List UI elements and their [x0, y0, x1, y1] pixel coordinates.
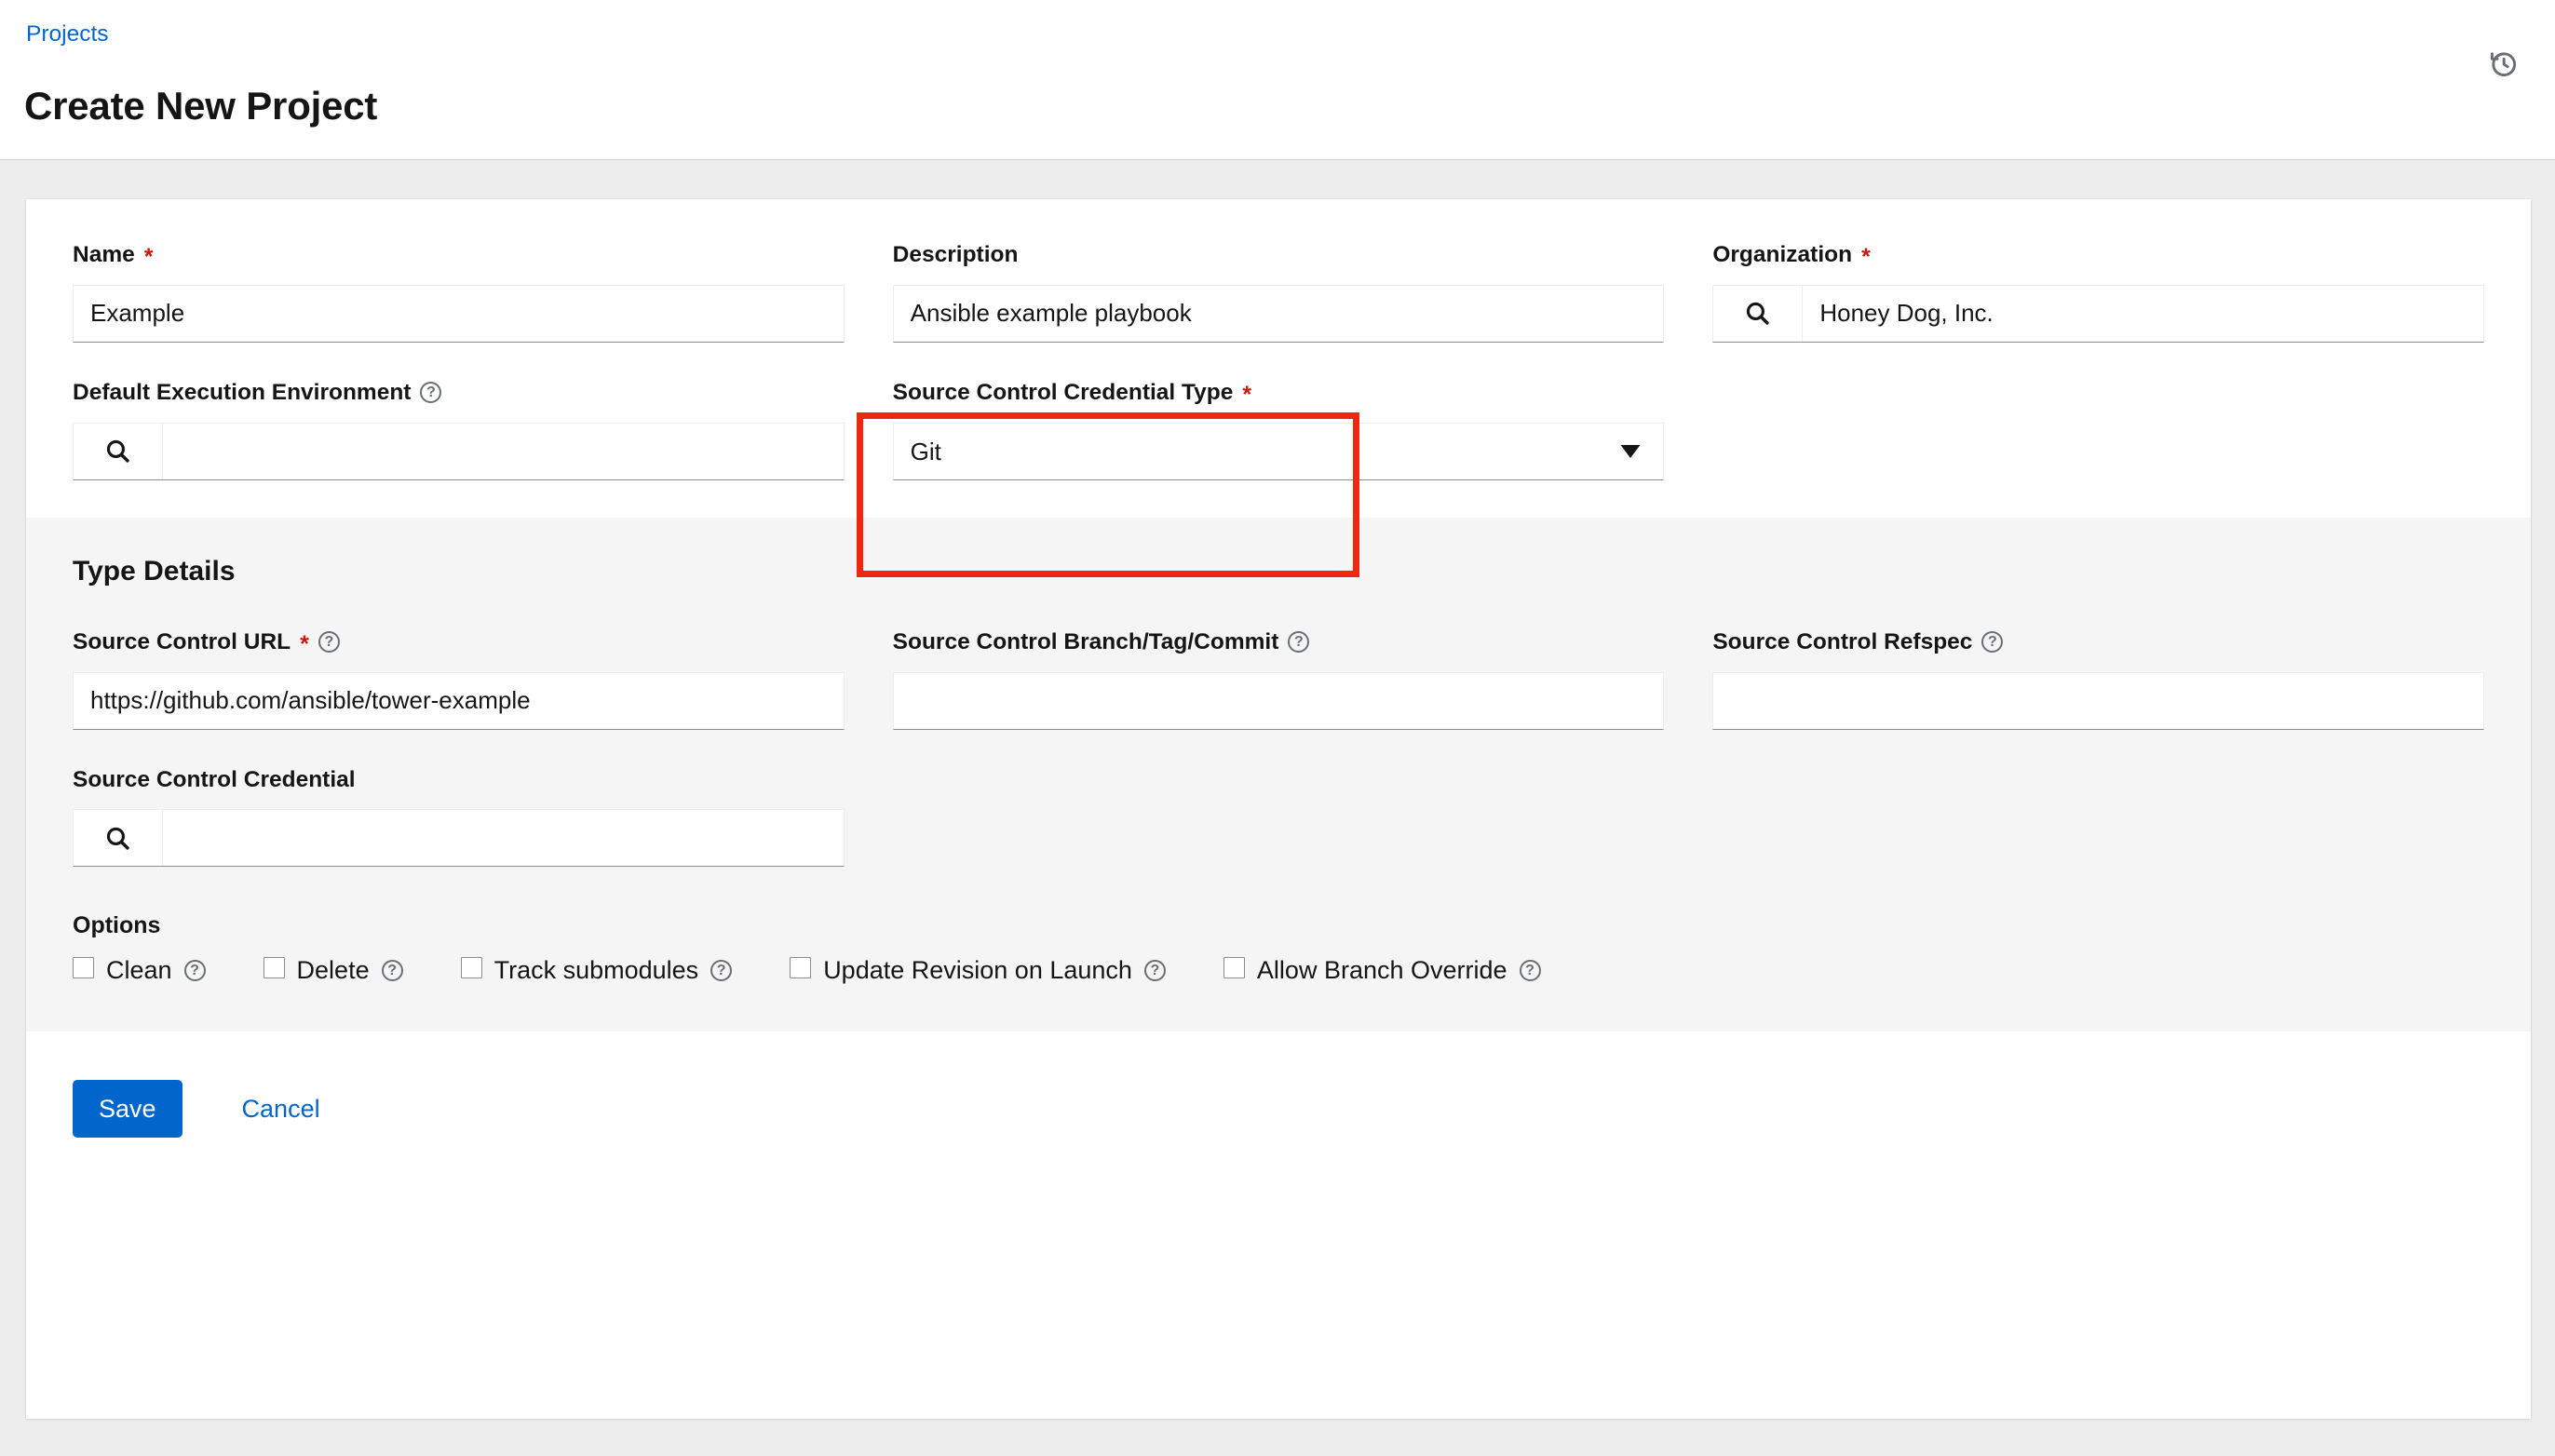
- field-source-control-credential: Source Control Credential: [73, 765, 845, 868]
- label-source-control-refspec: Source Control Refspec ?: [1712, 627, 2484, 657]
- page-header: Projects Create New Project: [0, 0, 2555, 160]
- help-icon[interactable]: ?: [1981, 631, 2004, 654]
- source-control-branch-input[interactable]: [893, 672, 1664, 729]
- organization-search-button[interactable]: [1713, 285, 1804, 342]
- label-name: Name *: [73, 240, 845, 270]
- name-input-wrapper[interactable]: [73, 284, 845, 343]
- checkbox-allow-branch-override[interactable]: Allow Branch Override ?: [1223, 956, 1541, 985]
- source-control-credential-input[interactable]: [163, 810, 844, 867]
- help-icon[interactable]: ?: [1288, 631, 1310, 654]
- help-icon[interactable]: ?: [420, 382, 442, 404]
- label-description: Description: [893, 240, 1665, 270]
- checkbox-track-submodules-label: Track submodules: [493, 956, 699, 985]
- source-control-refspec-input[interactable]: [1713, 672, 2483, 729]
- help-icon[interactable]: ?: [710, 960, 733, 982]
- field-source-control-credential-type: Source Control Credential Type * Git: [892, 378, 1665, 480]
- source-control-credential-type-select[interactable]: Git: [892, 422, 1665, 480]
- chevron-down-icon[interactable]: [1598, 424, 1663, 479]
- label-source-control-url: Source Control URL * ?: [73, 627, 845, 657]
- required-marker: *: [1242, 382, 1252, 409]
- checkbox-update-revision-on-launch[interactable]: Update Revision on Launch ?: [790, 956, 1166, 985]
- label-organization: Organization *: [1712, 240, 2484, 270]
- checkbox-update-revision-on-launch-label: Update Revision on Launch: [823, 956, 1132, 985]
- source-control-credential-type-value: Git: [910, 437, 941, 465]
- field-description: Description: [892, 240, 1665, 343]
- required-marker: *: [300, 631, 309, 658]
- source-control-branch-input-wrapper[interactable]: [892, 671, 1665, 730]
- source-control-refspec-input-wrapper[interactable]: [1712, 671, 2484, 730]
- create-project-card: Name * Description: [26, 199, 2531, 1419]
- source-control-credential-search-button[interactable]: [74, 810, 163, 867]
- field-source-control-refspec: Source Control Refspec ?: [1712, 627, 2484, 730]
- field-organization: Organization *: [1712, 240, 2484, 343]
- type-details-section: Type Details Source Control URL * ? http…: [26, 517, 2531, 1032]
- history-icon-button[interactable]: [2482, 43, 2523, 84]
- save-button[interactable]: Save: [73, 1080, 182, 1139]
- execution-environment-search-button[interactable]: [74, 423, 163, 479]
- checkbox-clean-box[interactable]: [73, 957, 94, 979]
- description-input-wrapper[interactable]: [892, 284, 1665, 343]
- options-row: Clean ? Delete ? Track submodules ? Upda…: [73, 956, 2484, 985]
- checkbox-track-submodules-box[interactable]: [460, 957, 482, 979]
- label-name-text: Name: [73, 242, 135, 267]
- label-source-control-url-text: Source Control URL: [73, 628, 291, 654]
- field-source-control-url: Source Control URL * ?: [73, 627, 845, 730]
- card-footer: Save Cancel: [26, 1031, 2531, 1234]
- help-icon[interactable]: ?: [381, 960, 403, 982]
- checkbox-track-submodules[interactable]: Track submodules ?: [460, 956, 733, 985]
- label-default-execution-environment: Default Execution Environment ?: [73, 378, 845, 408]
- checkbox-allow-branch-override-box[interactable]: [1223, 957, 1245, 979]
- source-control-credential-input-wrapper[interactable]: [73, 809, 845, 868]
- cancel-button[interactable]: Cancel: [216, 1080, 346, 1138]
- organization-input-wrapper[interactable]: [1712, 284, 2484, 343]
- checkbox-delete-box[interactable]: [263, 957, 285, 979]
- execution-environment-input-wrapper[interactable]: [73, 422, 845, 480]
- breadcrumb-projects[interactable]: Projects: [26, 20, 109, 47]
- help-icon[interactable]: ?: [1519, 960, 1541, 982]
- search-icon: [104, 825, 131, 852]
- field-default-execution-environment: Default Execution Environment ?: [73, 378, 845, 480]
- checkbox-clean-label: Clean: [106, 956, 172, 985]
- required-marker: *: [143, 244, 154, 271]
- label-default-execution-environment-text: Default Execution Environment: [73, 379, 412, 405]
- help-icon[interactable]: ?: [1143, 960, 1166, 982]
- checkbox-clean[interactable]: Clean ?: [73, 956, 206, 985]
- required-marker: *: [1861, 244, 1871, 271]
- checkbox-allow-branch-override-label: Allow Branch Override: [1256, 956, 1507, 985]
- type-details-heading: Type Details: [73, 555, 236, 586]
- label-source-control-branch: Source Control Branch/Tag/Commit ?: [893, 627, 1665, 657]
- label-source-control-credential: Source Control Credential: [73, 765, 845, 795]
- search-icon: [1744, 300, 1771, 327]
- page-title: Create New Project: [24, 84, 378, 128]
- source-control-url-input-wrapper[interactable]: [73, 671, 845, 730]
- organization-input[interactable]: [1803, 285, 2483, 342]
- label-source-control-credential-type-text: Source Control Credential Type: [892, 379, 1234, 405]
- source-control-url-input[interactable]: [74, 672, 844, 729]
- label-source-control-branch-text: Source Control Branch/Tag/Commit: [892, 628, 1279, 654]
- name-input[interactable]: [74, 285, 844, 342]
- grid-spacer: [1712, 378, 2484, 480]
- help-icon[interactable]: ?: [318, 631, 340, 654]
- grid-spacer: [893, 765, 1665, 868]
- label-description-text: Description: [892, 242, 1019, 267]
- field-name: Name *: [73, 240, 845, 343]
- history-icon: [2488, 48, 2519, 79]
- checkbox-delete-label: Delete: [296, 956, 370, 985]
- execution-environment-input[interactable]: [163, 423, 844, 479]
- label-source-control-credential-type: Source Control Credential Type *: [893, 378, 1665, 408]
- label-organization-text: Organization: [1712, 242, 1853, 267]
- label-source-control-credential-text: Source Control Credential: [73, 766, 356, 792]
- help-icon[interactable]: ?: [183, 960, 206, 982]
- label-source-control-refspec-text: Source Control Refspec: [1712, 628, 1973, 654]
- basic-info-section: Name * Description: [26, 199, 2531, 518]
- action-buttons: Save Cancel: [73, 1080, 2484, 1139]
- checkbox-update-revision-on-launch-box[interactable]: [790, 957, 812, 979]
- app-page: Projects Create New Project Name * Examp…: [0, 0, 2555, 1456]
- grid-spacer: [1712, 765, 2484, 868]
- field-source-control-branch: Source Control Branch/Tag/Commit ?: [892, 627, 1665, 730]
- options-heading: Options: [73, 912, 161, 939]
- search-icon: [104, 438, 131, 465]
- checkbox-delete[interactable]: Delete ?: [263, 956, 403, 985]
- description-input[interactable]: [893, 285, 1664, 342]
